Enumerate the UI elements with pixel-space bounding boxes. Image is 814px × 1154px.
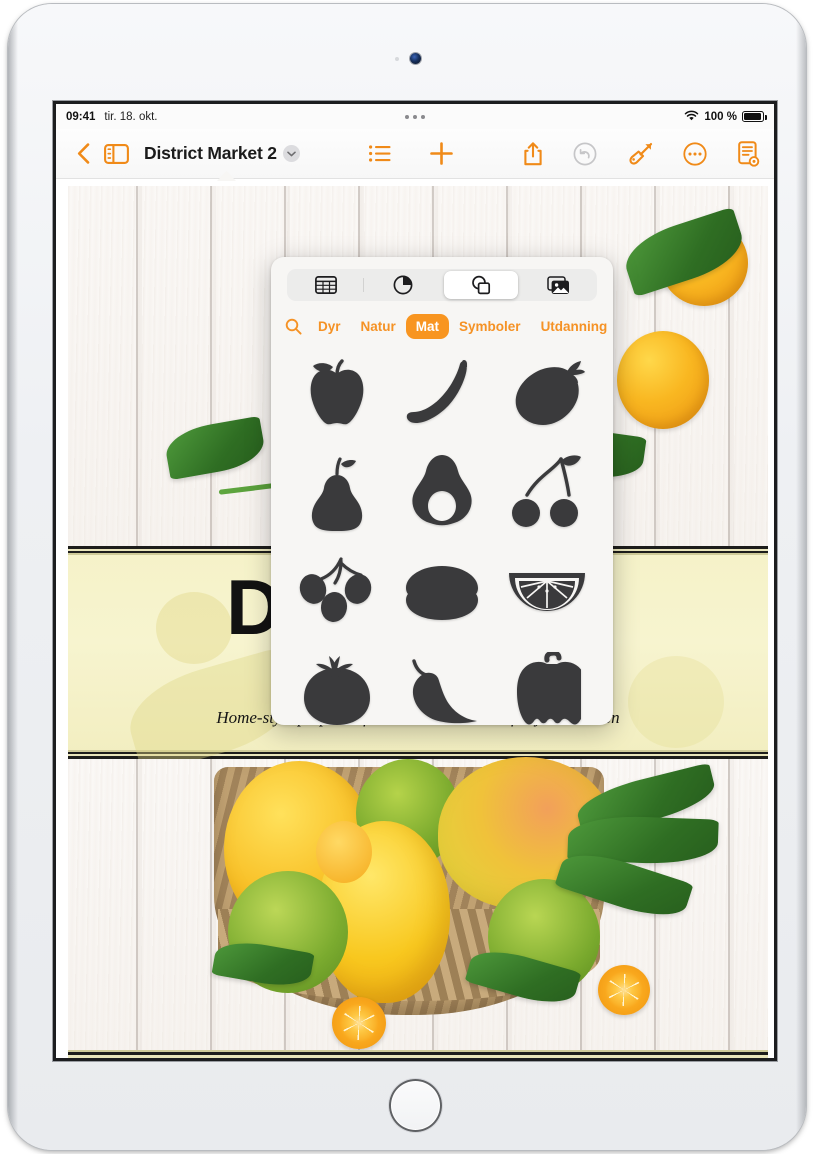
chart-tab[interactable] xyxy=(367,271,441,299)
category-mat[interactable]: Mat xyxy=(405,313,450,339)
bottom-photo[interactable] xyxy=(68,757,768,1058)
battery-full-icon xyxy=(742,111,767,122)
app-toolbar: District Market 2 xyxy=(56,129,774,179)
more-ellipsis-icon[interactable] xyxy=(683,141,707,166)
status-bar: 09:41 tir. 18. okt. 100 % xyxy=(56,104,774,129)
status-time: 09:41 xyxy=(66,110,96,123)
document-options-icon[interactable] xyxy=(737,140,760,167)
wifi-icon xyxy=(684,110,699,124)
undo-icon[interactable] xyxy=(573,142,597,166)
apple-shape[interactable] xyxy=(285,347,390,440)
media-photos-icon xyxy=(547,275,569,294)
pear-shape[interactable] xyxy=(285,446,390,539)
ambient-sensor xyxy=(395,57,399,61)
avocado-shape[interactable] xyxy=(390,446,495,539)
share-icon[interactable] xyxy=(523,141,543,166)
chili-pepper-shape[interactable] xyxy=(390,644,495,725)
category-symboler[interactable]: Symboler xyxy=(449,314,531,339)
paintbrush-icon[interactable] xyxy=(627,142,653,166)
shapes-grid[interactable] xyxy=(271,347,613,725)
document-title-group[interactable]: District Market 2 xyxy=(144,143,300,164)
status-bar-left: 09:41 tir. 18. okt. xyxy=(66,111,157,123)
strawberry-shape[interactable] xyxy=(494,347,599,440)
insert-plus-button[interactable] xyxy=(429,141,454,166)
lemon-shape[interactable] xyxy=(390,545,495,638)
category-utdanning[interactable]: Utdanning xyxy=(531,314,613,339)
three-dots-indicator[interactable] xyxy=(405,114,425,119)
pie-chart-icon xyxy=(393,275,413,295)
page-title: District Market 2 xyxy=(144,143,277,163)
citrus-slice-shape[interactable] xyxy=(494,545,599,638)
insert-segmented-control[interactable] xyxy=(287,269,597,301)
status-date: tir. 18. okt. xyxy=(104,110,158,123)
table-icon xyxy=(314,276,337,294)
cherries-shape[interactable] xyxy=(494,446,599,539)
ipad-device-frame: 09:41 tir. 18. okt. 100 % District Marke… xyxy=(8,4,806,1150)
shape-category-bar[interactable]: Dyr Natur Mat Symboler Utdanning xyxy=(271,309,613,343)
page-bottom-stripe xyxy=(68,1050,768,1058)
chevron-down-icon[interactable] xyxy=(282,145,300,162)
media-tab[interactable] xyxy=(522,271,596,299)
home-button[interactable] xyxy=(389,1079,442,1132)
banana-shape[interactable] xyxy=(390,347,495,440)
list-view-icon[interactable] xyxy=(368,145,391,162)
bell-pepper-shape[interactable] xyxy=(494,644,599,725)
ipad-screen: 09:41 tir. 18. okt. 100 % District Marke… xyxy=(56,104,774,1058)
tomato-shape[interactable] xyxy=(285,644,390,725)
search-icon[interactable] xyxy=(281,318,308,335)
popover-arrow xyxy=(217,171,236,181)
front-camera xyxy=(410,53,421,64)
olives-shape[interactable] xyxy=(285,545,390,638)
toolbar-center-actions xyxy=(368,141,454,166)
dot xyxy=(421,114,425,119)
toolbar-right-actions xyxy=(523,140,760,167)
category-dyr[interactable]: Dyr xyxy=(308,314,351,339)
battery-percent-label: 100 % xyxy=(704,110,737,123)
table-tab[interactable] xyxy=(289,271,364,299)
shapes-icon xyxy=(471,275,490,295)
category-natur[interactable]: Natur xyxy=(351,314,406,339)
insert-shape-popover[interactable]: Dyr Natur Mat Symboler Utdanning xyxy=(271,257,613,725)
document-canvas[interactable]: DISTRICT MARKET Home-style prepared food… xyxy=(56,171,774,1058)
dot xyxy=(413,114,417,119)
status-bar-right: 100 % xyxy=(684,110,767,124)
dot xyxy=(405,114,409,119)
shapes-tab[interactable] xyxy=(444,271,518,299)
sidebar-toggle-icon[interactable] xyxy=(96,143,136,164)
back-button[interactable] xyxy=(70,143,96,164)
